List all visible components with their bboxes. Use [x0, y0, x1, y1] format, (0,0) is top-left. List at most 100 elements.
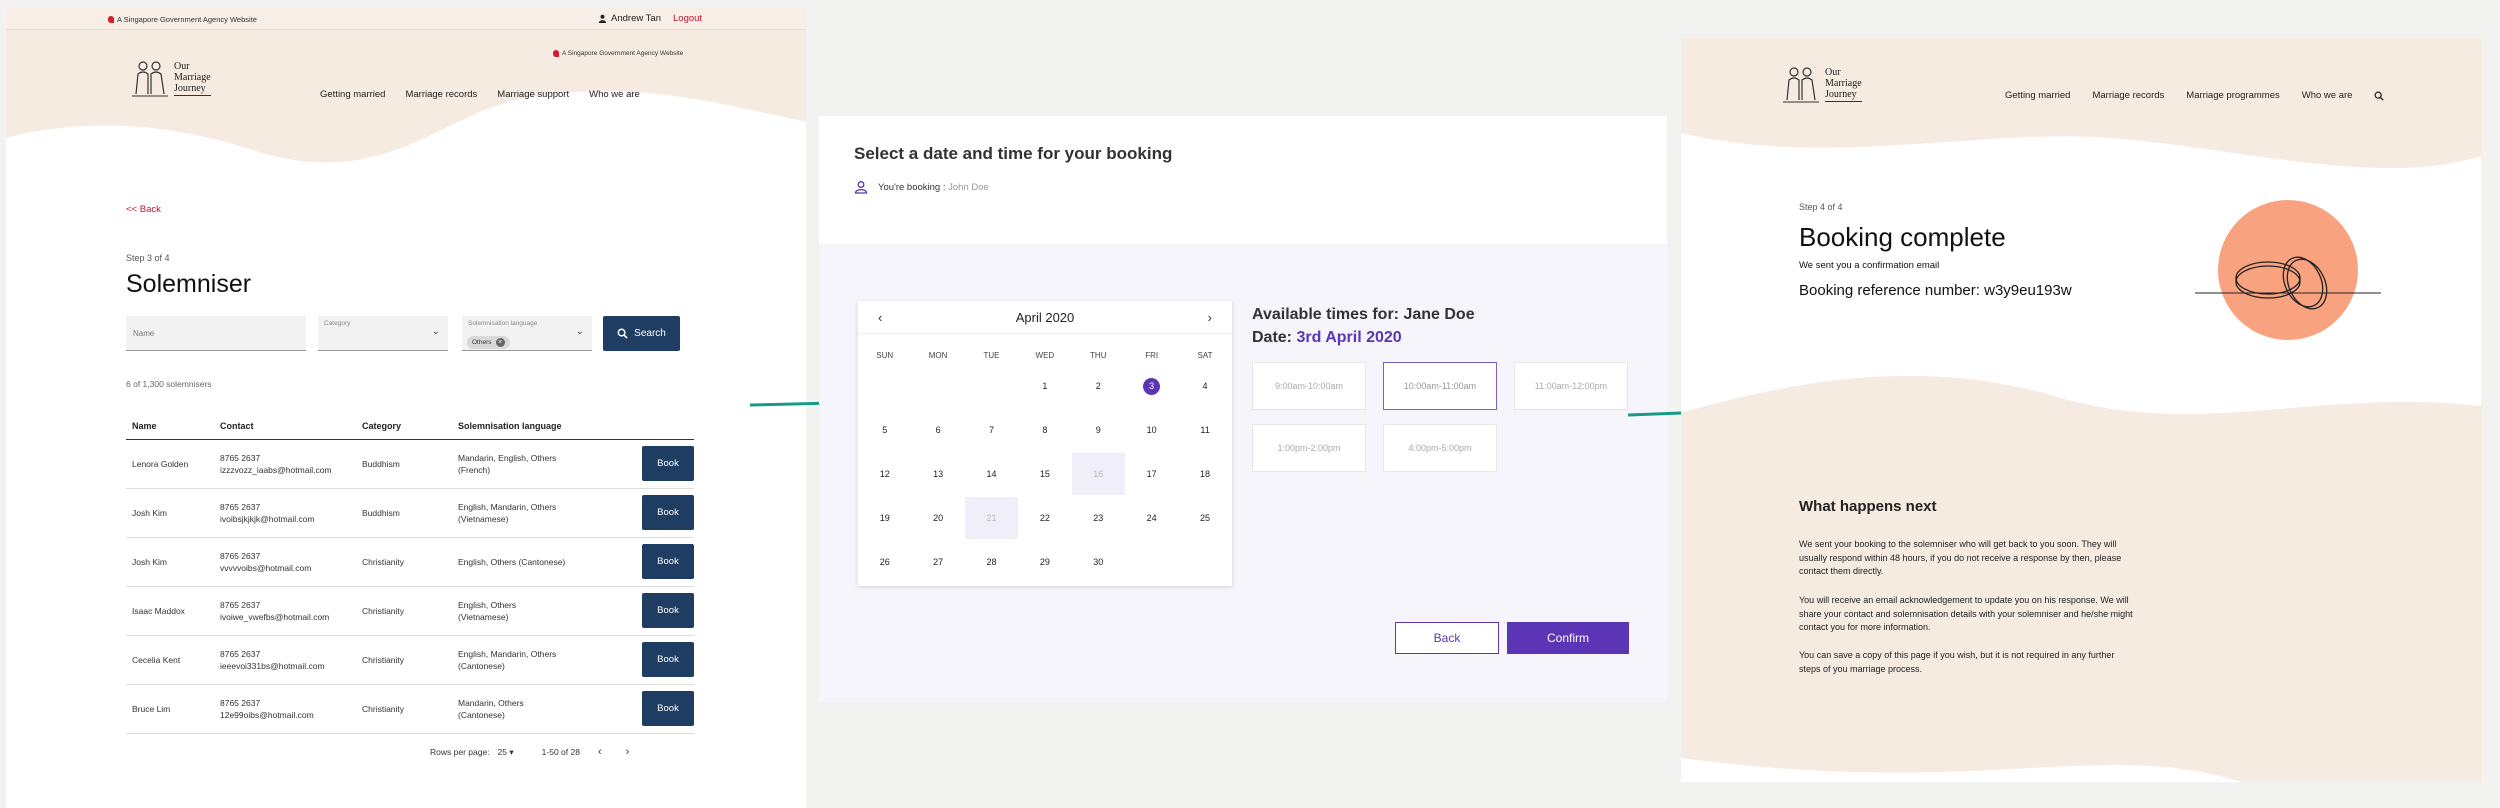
calendar-empty-cell — [858, 365, 911, 407]
search-icon[interactable] — [2374, 91, 2385, 101]
phone: 8765 2637 — [220, 501, 261, 512]
table-body: Lenora Golden 8765 2637 izzzvozz_iaabs@hot… — [126, 439, 694, 734]
nav-getting-married[interactable]: Getting married — [2005, 90, 2070, 101]
language-select[interactable]: Solemnisation language Others × ⌄ — [462, 316, 592, 351]
calendar-day[interactable]: 19 — [858, 497, 911, 539]
back-button[interactable]: Back — [1395, 622, 1499, 654]
hero-background — [6, 30, 806, 163]
book-button[interactable]: Book — [642, 593, 694, 628]
next-month-icon[interactable]: › — [1208, 310, 1212, 325]
book-button[interactable]: Book — [642, 495, 694, 530]
language-label: Solemnisation language — [468, 320, 538, 327]
calendar-day[interactable]: 13 — [911, 453, 964, 495]
calendar-day[interactable]: 1 — [1018, 365, 1071, 407]
calendar-day[interactable]: 15 — [1018, 453, 1071, 495]
phone: 8765 2637 — [220, 550, 261, 561]
nav-getting-married[interactable]: Getting married — [320, 89, 385, 100]
calendar-empty-cell — [1125, 541, 1178, 583]
language-chip[interactable]: Others × — [467, 336, 510, 349]
col-category: Category — [356, 413, 452, 440]
logo-text: Our Marriage Journey — [174, 60, 211, 96]
calendar-day[interactable]: 29 — [1018, 541, 1071, 583]
calendar-day[interactable]: 7 — [965, 409, 1018, 451]
next-page-icon[interactable]: › — [626, 746, 630, 758]
nav-marriage-records[interactable]: Marriage records — [2092, 90, 2164, 101]
rows-per-page-select[interactable]: 25 ▾ — [498, 747, 514, 758]
calendar-day[interactable]: 11 — [1178, 409, 1231, 451]
time-slot[interactable]: 10:00am-11:00am — [1383, 362, 1497, 410]
calendar-week: 26 27 28 29 30 — [858, 541, 1232, 583]
calendar-day[interactable]: 24 — [1125, 497, 1178, 539]
calendar-day[interactable]: 23 — [1072, 497, 1125, 539]
nav-who-we-are[interactable]: Who we are — [589, 89, 640, 100]
solemniser-category: Christianity — [356, 684, 452, 734]
calendar-day[interactable]: 8 — [1018, 409, 1071, 451]
booking-title: Select a date and time for your booking — [854, 144, 1173, 163]
time-slot[interactable]: 4:00pm-5:00pm — [1383, 424, 1497, 472]
calendar-day[interactable]: 27 — [911, 541, 964, 583]
confirmation-note: We sent you a confirmation email — [1799, 260, 1940, 271]
calendar-day[interactable]: 9 — [1072, 409, 1125, 451]
calendar-day[interactable]: 5 — [858, 409, 911, 451]
site-logo[interactable]: Our Marriage Journey — [130, 58, 211, 98]
page-title: Booking complete — [1799, 222, 2006, 252]
calendar-day[interactable]: 2 — [1072, 365, 1125, 407]
nav-who-we-are[interactable]: Who we are — [2302, 90, 2353, 101]
page-range: 1-50 of 28 — [541, 747, 580, 757]
back-link[interactable]: << Back — [126, 204, 161, 215]
email: ivoibsjkjkjk@hotmail.com — [220, 513, 315, 524]
calendar-day[interactable]: 17 — [1125, 453, 1178, 495]
name-input[interactable]: Name — [126, 316, 306, 351]
calendar-day[interactable]: 12 — [858, 453, 911, 495]
phone: 8765 2637 — [220, 697, 261, 708]
calendar-day[interactable]: 18 — [1178, 453, 1231, 495]
nav-marriage-support[interactable]: Marriage support — [497, 89, 569, 100]
calendar-day[interactable]: 3 — [1125, 365, 1178, 407]
nav-marriage-programmes[interactable]: Marriage programmes — [2186, 90, 2279, 101]
calendar-day[interactable]: 26 — [858, 541, 911, 583]
calendar-empty-cell — [911, 365, 964, 407]
time-slot[interactable]: 11:00am-12:00pm — [1514, 362, 1628, 410]
col-language: Solemnisation language — [452, 413, 622, 440]
phone: 8765 2637 — [220, 599, 261, 610]
phone: 8765 2637 — [220, 648, 261, 659]
search-button[interactable]: Search — [603, 316, 680, 351]
calendar-week: 5 6 7 8 9 10 11 — [858, 409, 1232, 451]
user-account[interactable]: Andrew Tan — [598, 13, 661, 24]
category-select[interactable]: Category ⌄ — [318, 316, 448, 351]
calendar-day[interactable]: 30 — [1072, 541, 1125, 583]
book-button[interactable]: Book — [642, 544, 694, 579]
time-slot[interactable]: 9:00am-10:00am — [1252, 362, 1366, 410]
book-button[interactable]: Book — [642, 642, 694, 677]
calendar-day[interactable]: 25 — [1178, 497, 1231, 539]
calendar-header: ‹ April 2020 › — [858, 301, 1232, 334]
col-name: Name — [126, 413, 214, 440]
calendar-day[interactable]: 10 — [1125, 409, 1178, 451]
calendar-day[interactable]: 4 — [1178, 365, 1231, 407]
remove-chip-icon[interactable]: × — [495, 338, 505, 347]
calendar-day[interactable]: 6 — [911, 409, 964, 451]
calendar-day[interactable]: 20 — [911, 497, 964, 539]
calendar-week: 1234 — [858, 365, 1232, 407]
calendar-day[interactable]: 22 — [1018, 497, 1071, 539]
calendar-day[interactable]: 14 — [965, 453, 1018, 495]
prev-month-icon[interactable]: ‹ — [878, 310, 882, 325]
time-slot[interactable]: 1:00pm-2:00pm — [1252, 424, 1366, 472]
solemniser-name: Cecelia Kent — [126, 635, 214, 685]
prev-page-icon[interactable]: ‹ — [598, 746, 602, 758]
main-nav: Getting married Marriage records Marriag… — [320, 89, 640, 100]
calendar-day[interactable]: 28 — [965, 541, 1018, 583]
book-button[interactable]: Book — [642, 691, 694, 726]
weekday-label: WED — [1035, 351, 1055, 360]
logout-link[interactable]: Logout — [673, 13, 702, 24]
solemniser-category: Buddhism — [356, 488, 452, 538]
caret-down-icon: ▾ — [509, 746, 514, 757]
gov-banner-text: A Singapore Government Agency Website — [108, 15, 257, 24]
confirm-button[interactable]: Confirm — [1507, 622, 1629, 654]
book-button[interactable]: Book — [642, 446, 694, 481]
table-row: Isaac Maddox 8765 2637 ivoiwe_vwefbs@hotma… — [126, 586, 694, 636]
nav-marriage-records[interactable]: Marriage records — [405, 89, 477, 100]
table-row: Josh Kim 8765 2637 ivoibsjkjkjk@hotmail.co… — [126, 488, 694, 538]
site-logo[interactable]: Our Marriage Journey — [1781, 64, 1862, 104]
solemniser-contact: 8765 2637 ivoibsjkjkjk@hotmail.com — [214, 488, 356, 538]
